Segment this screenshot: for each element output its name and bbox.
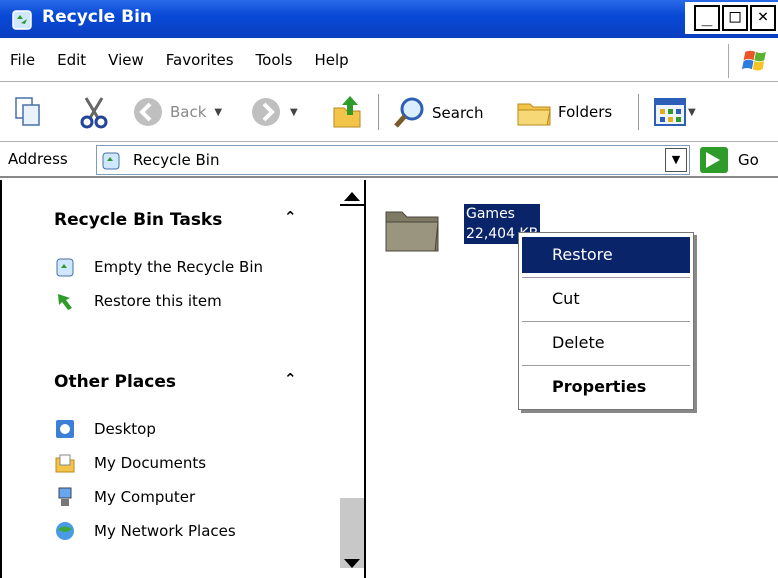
menu-view[interactable]: View [97, 38, 155, 82]
search-button[interactable]: Search [392, 96, 484, 130]
collapse-chevron-icon[interactable]: ⌃ [284, 370, 297, 388]
my-computer-icon [58, 487, 72, 506]
recycle-bin-icon [56, 258, 74, 277]
views-dropdown-icon[interactable]: ▼ [688, 107, 696, 118]
up-folder-icon [333, 96, 361, 128]
go-button[interactable]: Go [700, 147, 759, 173]
toolbar-separator [638, 94, 639, 130]
scroll-thumb[interactable] [340, 498, 364, 568]
scroll-divider [340, 204, 364, 206]
address-dropdown-icon[interactable]: ▼ [665, 148, 687, 172]
scroll-up-arrow-icon[interactable] [344, 192, 360, 201]
empty-recycle-bin-label: Empty the Recycle Bin [94, 258, 263, 276]
up-folder-button[interactable] [330, 94, 364, 130]
context-menu-delete[interactable]: Delete [522, 325, 690, 361]
menu-help[interactable]: Help [304, 38, 360, 82]
task-pane: Recycle Bin Tasks ⌃ Empty the Recycle Bi… [0, 180, 340, 578]
back-button[interactable]: Back ▼ [132, 96, 222, 128]
window-controls: _ □ × [685, 2, 778, 34]
network-places-icon [56, 522, 74, 540]
menu-tools[interactable]: Tools [245, 38, 304, 82]
go-arrow-icon [700, 147, 728, 173]
scissors-icon [80, 97, 108, 129]
back-dropdown-icon[interactable]: ▼ [214, 107, 222, 118]
windows-logo-icon [728, 44, 766, 78]
other-place-my-network-places[interactable]: My Network Places [54, 520, 236, 542]
other-place-my-computer[interactable]: My Computer [54, 486, 195, 508]
other-places-title: Other Places [54, 372, 176, 392]
context-menu-properties[interactable]: Properties [522, 369, 690, 405]
context-menu-separator [522, 321, 690, 322]
recycle-bin-tasks-title: Recycle Bin Tasks [54, 210, 223, 230]
menu-favorites[interactable]: Favorites [155, 38, 245, 82]
context-menu-separator [522, 365, 690, 366]
desktop-icon [56, 420, 74, 438]
address-bar: Address Recycle Bin ▼ Go [0, 142, 778, 178]
restore-item-link[interactable]: Restore this item [54, 290, 222, 312]
forward-dropdown-icon[interactable]: ▼ [290, 107, 298, 118]
close-button[interactable]: × [750, 5, 776, 31]
file-name: Games [466, 206, 515, 222]
views-grid-icon [654, 98, 686, 126]
address-label: Address [8, 150, 68, 168]
folders-button[interactable]: Folders [516, 96, 612, 128]
my-network-places-label: My Network Places [94, 522, 236, 540]
minimize-button[interactable]: _ [694, 5, 720, 31]
other-place-desktop[interactable]: Desktop [54, 418, 156, 440]
scroll-down-arrow-icon[interactable] [344, 559, 360, 568]
search-icon [394, 97, 424, 128]
maximize-button[interactable]: □ [722, 5, 748, 31]
recycle-bin-icon [102, 152, 120, 170]
search-label: Search [432, 104, 484, 122]
restore-arrow-icon [58, 294, 72, 310]
title-bar[interactable]: Recycle Bin _ □ × [0, 0, 778, 38]
toolbar: Back ▼ ▼ Search Folders ▼ [0, 82, 778, 142]
collapse-chevron-icon[interactable]: ⌃ [284, 208, 297, 226]
folders-icon [517, 103, 551, 126]
back-arrow-icon [134, 98, 162, 126]
recycle-bin-icon [12, 10, 32, 30]
folders-label: Folders [558, 103, 613, 121]
back-label: Back [170, 103, 207, 121]
address-input[interactable]: Recycle Bin ▼ [96, 145, 690, 175]
go-label: Go [738, 151, 759, 169]
my-documents-icon [55, 454, 75, 473]
my-documents-label: My Documents [94, 454, 207, 472]
menu-file[interactable]: File [0, 38, 46, 82]
context-menu-restore[interactable]: Restore [522, 237, 690, 273]
address-value: Recycle Bin [133, 151, 220, 169]
task-pane-scrollbar[interactable] [340, 180, 366, 578]
copy-icon [15, 97, 40, 126]
menu-bar: File Edit View Favorites Tools Help [0, 38, 778, 82]
toolbar-separator [378, 94, 379, 130]
context-menu: Restore Cut Delete Properties [518, 232, 694, 410]
other-place-my-documents[interactable]: My Documents [54, 452, 206, 474]
context-menu-cut[interactable]: Cut [522, 281, 690, 317]
desktop-label: Desktop [94, 420, 156, 438]
forward-arrow-icon [252, 98, 280, 126]
restore-item-label: Restore this item [94, 292, 222, 310]
cut-button[interactable] [78, 96, 110, 130]
menu-edit[interactable]: Edit [46, 38, 97, 82]
empty-recycle-bin-link[interactable]: Empty the Recycle Bin [54, 256, 263, 278]
folder-icon[interactable] [384, 202, 440, 254]
my-computer-label: My Computer [94, 488, 196, 506]
window-title: Recycle Bin [42, 7, 153, 27]
forward-button[interactable]: ▼ [250, 96, 298, 128]
context-menu-separator [522, 277, 690, 278]
copy-to-button[interactable] [14, 96, 42, 128]
views-button[interactable]: ▼ [654, 98, 696, 126]
